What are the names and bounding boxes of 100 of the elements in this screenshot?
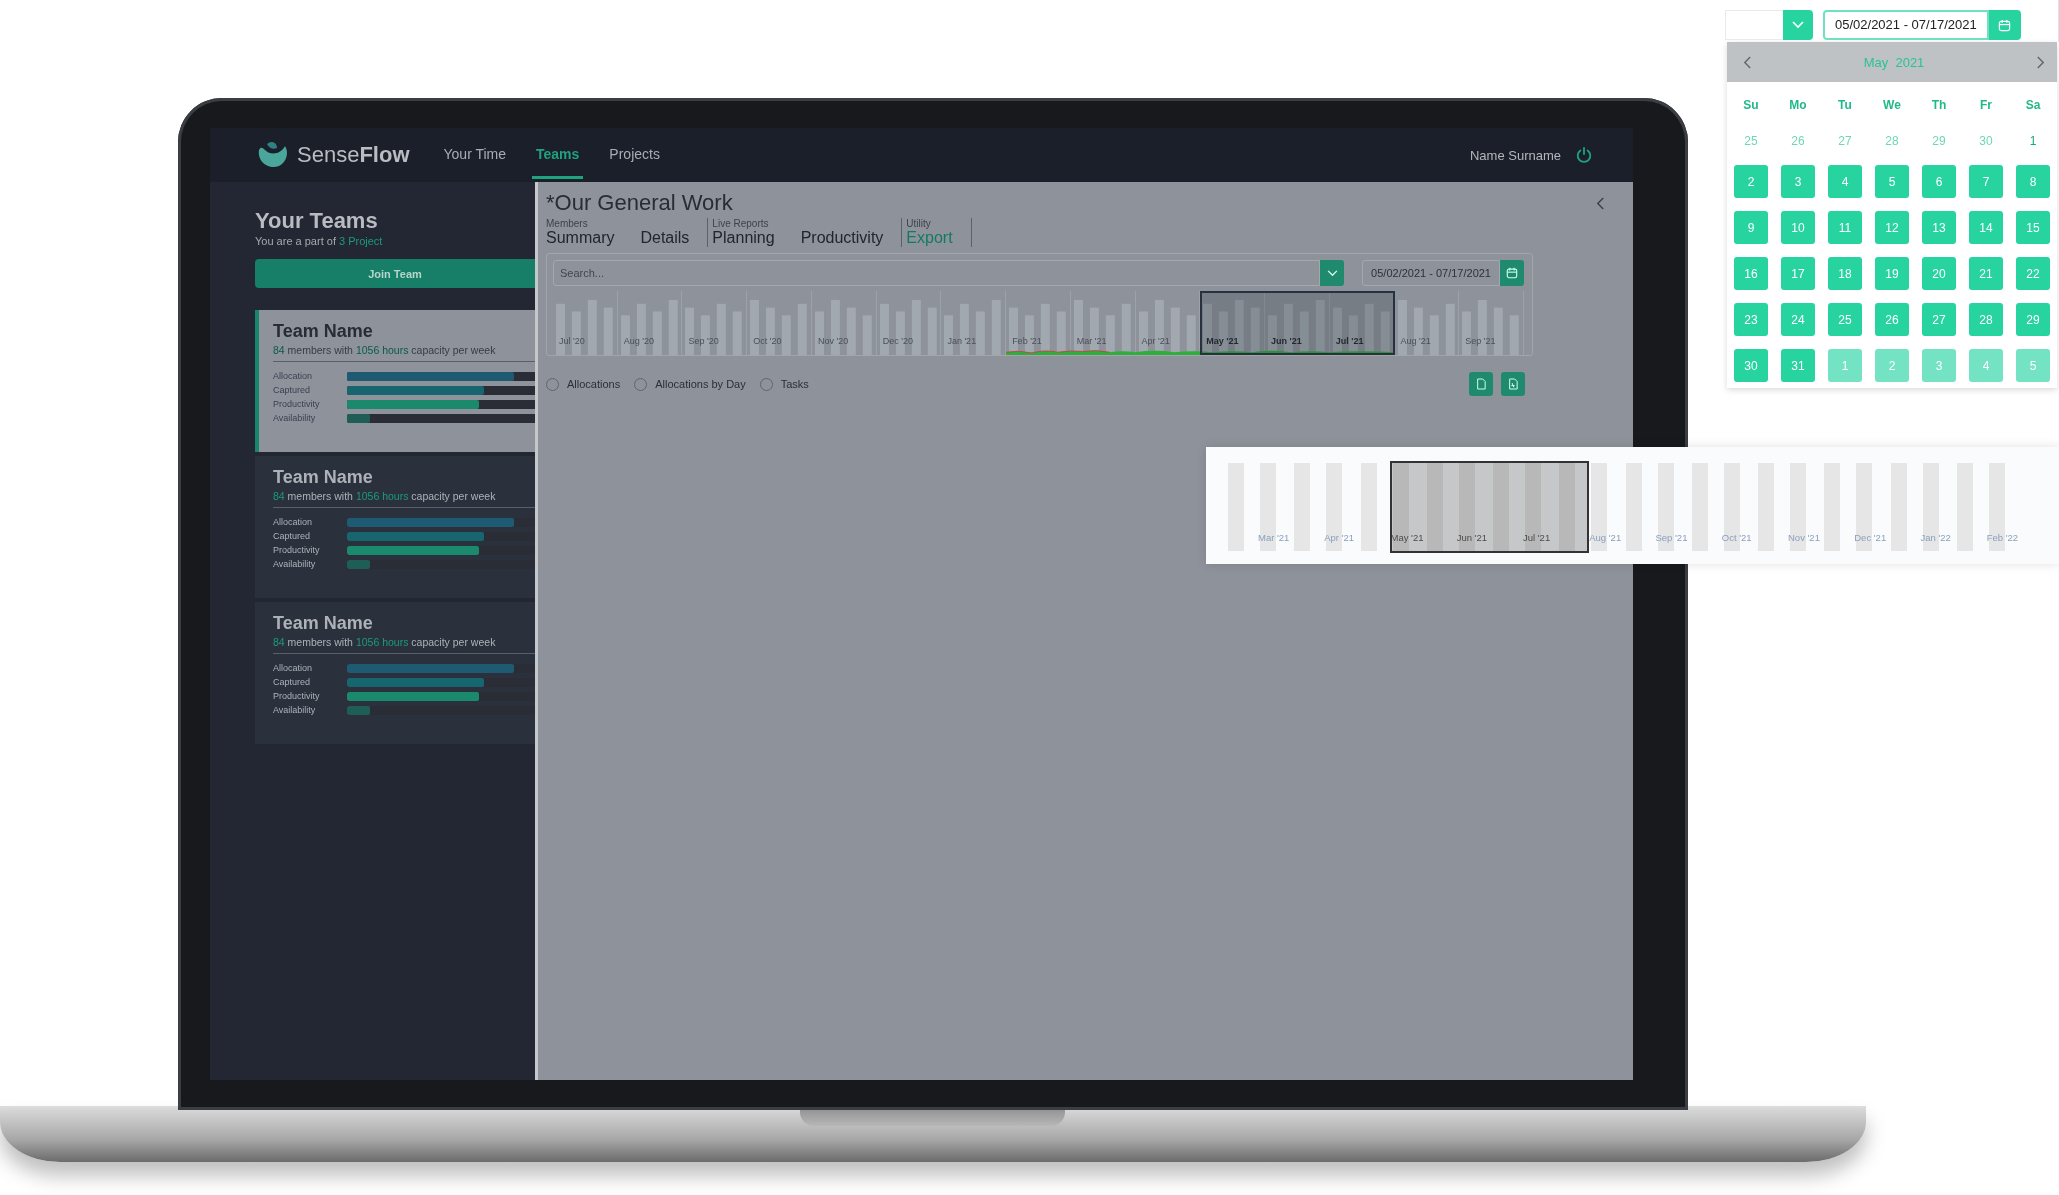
calendar-day[interactable]: 26 xyxy=(1781,129,1815,152)
calendar-day[interactable]: 30 xyxy=(1969,129,2003,152)
calendar-day[interactable]: 2 xyxy=(1734,165,1768,198)
chevron-left-icon[interactable] xyxy=(1596,196,1605,210)
chevron-right-icon[interactable] xyxy=(2036,55,2045,69)
nav-tab[interactable]: Projects xyxy=(605,131,664,179)
metric-label: Captured xyxy=(273,677,312,687)
metric-label: Productivity xyxy=(273,691,321,701)
tab-group-label: Utility xyxy=(906,218,932,229)
radio-label: Allocations by Day xyxy=(655,378,746,390)
calendar-day[interactable]: 1 xyxy=(2016,129,2050,152)
calendar-day[interactable]: 7 xyxy=(1969,165,2003,198)
power-icon[interactable] xyxy=(1575,146,1593,164)
calendar-day[interactable]: 29 xyxy=(2016,303,2050,336)
month-label: Oct '20 xyxy=(752,336,783,348)
team-name: Team Name xyxy=(273,467,374,488)
calendar-day[interactable]: 21 xyxy=(1969,257,2003,290)
month-label: Mar '21 xyxy=(1258,532,1290,543)
calendar-day[interactable]: 25 xyxy=(1828,303,1862,336)
export-pdf-button[interactable] xyxy=(1501,372,1525,396)
weekday-label: We xyxy=(1883,97,1901,114)
calendar-day[interactable]: 3 xyxy=(1922,349,1956,382)
month-label: Oct '21 xyxy=(1721,532,1752,543)
calendar-day[interactable]: 1 xyxy=(1828,349,1862,382)
calendar-day[interactable]: 19 xyxy=(1875,257,1909,290)
export-file-button[interactable] xyxy=(1469,372,1493,396)
calendar-day[interactable]: 29 xyxy=(1922,129,1956,152)
month-title: May 2021 xyxy=(1863,54,1925,70)
month-label: Sep '20 xyxy=(687,336,720,348)
team-capacity: 84 members with 1056 hours capacity per week xyxy=(273,344,497,356)
tab[interactable]: Summary xyxy=(546,229,615,247)
calendar-day[interactable]: 10 xyxy=(1781,211,1815,244)
search-field[interactable]: Search... xyxy=(553,260,1321,286)
tab-group-label: Live Reports xyxy=(712,218,770,229)
month-label: Feb '22 xyxy=(1986,532,2019,543)
calendar-day[interactable]: 18 xyxy=(1828,257,1862,290)
metric-label: Availability xyxy=(273,705,317,715)
calendar-day[interactable]: 13 xyxy=(1922,211,1956,244)
calendar-day[interactable]: 2 xyxy=(1875,349,1909,382)
sidebar-title: Your Teams xyxy=(255,208,379,234)
calendar-day[interactable]: 23 xyxy=(1734,303,1768,336)
calendar-day[interactable]: 26 xyxy=(1875,303,1909,336)
team-card[interactable]: Team Name 84 members with 1056 hours capacity per week Allocation Captured Productivity Availability xyxy=(255,456,535,598)
calendar-day[interactable]: 4 xyxy=(1969,349,2003,382)
selection-window[interactable] xyxy=(1200,291,1395,355)
calendar-day[interactable]: 15 xyxy=(2016,211,2050,244)
team-name: Team Name xyxy=(273,613,374,634)
calendar-day[interactable]: 4 xyxy=(1828,165,1862,198)
nav-tab[interactable]: Your Time xyxy=(439,131,510,179)
month-label: Jun '21 xyxy=(1456,532,1488,543)
team-card[interactable]: Team Name 84 members with 1056 hours capacity per week Allocation Captured Productivity Availability xyxy=(255,602,535,744)
dropdown-field[interactable] xyxy=(1725,10,1783,40)
calendar-day[interactable]: 3 xyxy=(1781,165,1815,198)
metric-label: Productivity xyxy=(273,545,321,555)
calendar-day[interactable]: 27 xyxy=(1828,129,1862,152)
calendar-day[interactable]: 14 xyxy=(1969,211,2003,244)
month-label: Jan '22 xyxy=(1920,532,1951,543)
calendar-day[interactable]: 20 xyxy=(1922,257,1956,290)
calendar-day[interactable]: 22 xyxy=(2016,257,2050,290)
calendar-day[interactable]: 5 xyxy=(2016,349,2050,382)
metric-label: Captured xyxy=(273,385,312,395)
date-range-field[interactable]: 05/02/2021 - 07/17/2021 xyxy=(1823,10,1989,40)
calendar-day[interactable]: 17 xyxy=(1781,257,1815,290)
tab[interactable]: Details xyxy=(640,229,690,247)
tab[interactable]: Planning xyxy=(712,229,775,247)
user-name: Name Surname xyxy=(1469,147,1561,163)
month-label: Dec '21 xyxy=(1854,532,1887,543)
team-name: Team Name xyxy=(273,321,374,342)
tab[interactable]: Export xyxy=(906,229,953,247)
month-label: Jan '21 xyxy=(946,336,978,348)
calendar-day[interactable]: 30 xyxy=(1734,349,1768,382)
calendar-day[interactable]: 11 xyxy=(1828,211,1862,244)
calendar-button[interactable] xyxy=(1988,10,2021,40)
sidebar-subtitle: You are a part of 3 Project xyxy=(255,235,384,247)
calendar-day[interactable]: 16 xyxy=(1734,257,1768,290)
date-range-field[interactable]: 05/02/2021 - 07/17/2021 xyxy=(1362,260,1500,286)
calendar-day[interactable]: 31 xyxy=(1781,349,1815,382)
join-team-button[interactable]: Join Team xyxy=(255,259,535,288)
month-label: Jun '21 xyxy=(1270,336,1303,348)
weekday-label: Tu xyxy=(1838,97,1852,114)
calendar-day[interactable]: 25 xyxy=(1734,129,1768,152)
calendar-day[interactable]: 27 xyxy=(1922,303,1956,336)
chevron-left-icon[interactable] xyxy=(1743,55,1752,69)
tab[interactable]: Productivity xyxy=(800,229,884,247)
dropdown-button[interactable] xyxy=(1320,260,1345,286)
calendar-day[interactable]: 24 xyxy=(1781,303,1815,336)
month-label: Apr '21 xyxy=(1140,336,1171,348)
calendar-day[interactable]: 28 xyxy=(1875,129,1909,152)
team-card[interactable]: Team Name 84 members with 1056 hours capacity per week Allocation Captured Productivity Availability xyxy=(255,310,535,452)
calendar-day[interactable]: 12 xyxy=(1875,211,1909,244)
month-label: Nov '20 xyxy=(816,336,850,348)
calendar-day[interactable]: 8 xyxy=(2016,165,2050,198)
calendar-day[interactable]: 5 xyxy=(1875,165,1909,198)
calendar-button[interactable] xyxy=(1500,260,1524,286)
nav-tab[interactable]: Teams xyxy=(532,131,584,179)
selection-window[interactable] xyxy=(1390,461,1590,553)
calendar-day[interactable]: 6 xyxy=(1922,165,1956,198)
calendar-day[interactable]: 28 xyxy=(1969,303,2003,336)
calendar-day[interactable]: 9 xyxy=(1734,211,1768,244)
radio-label: Tasks xyxy=(780,378,809,390)
